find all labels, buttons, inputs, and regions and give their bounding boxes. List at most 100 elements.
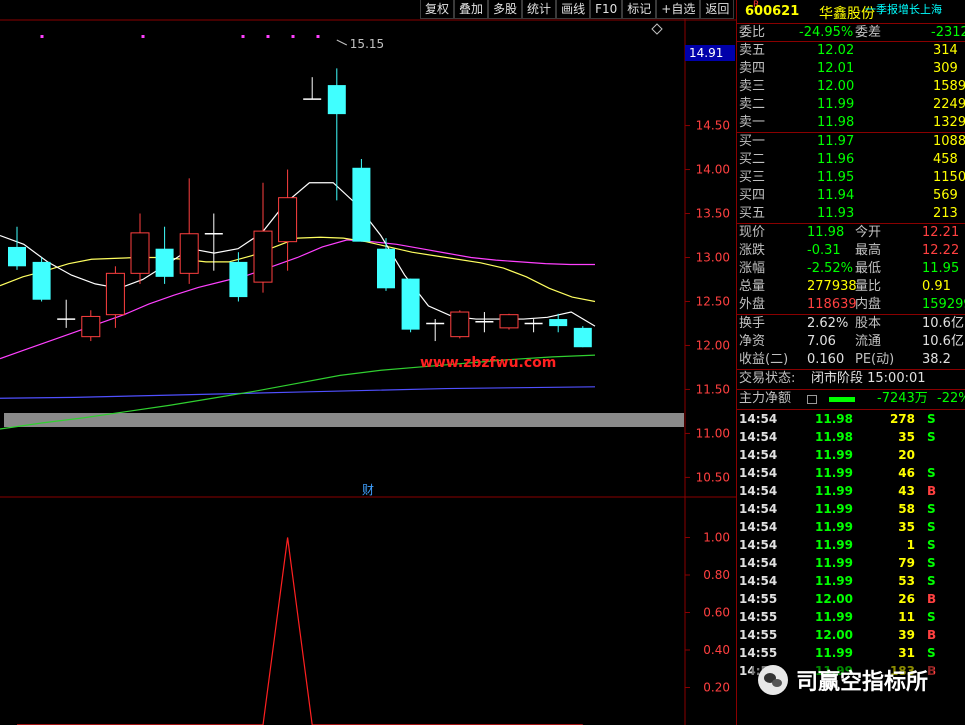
quote2-row: 净资 7.06 流通 10.6亿 — [737, 333, 965, 351]
quote-value-2: 12.21 — [922, 225, 960, 240]
candle-body — [278, 197, 298, 243]
price-tick-label: 11.00 — [696, 426, 730, 440]
signal-dot — [316, 35, 320, 38]
bid-row: 买五 11.93 213 — [737, 205, 965, 223]
bid-label: 买三 — [739, 170, 766, 185]
bid-volume: 569 — [933, 188, 958, 203]
main-force-value: -7243万 — [877, 391, 928, 406]
quote-label-2: 今开 — [855, 225, 882, 240]
toolbar-btn-6[interactable]: 标记 — [622, 0, 657, 19]
tick-row: 14:54 11.99 58 S — [737, 500, 965, 518]
quote2-value-2: 10.6亿 — [922, 334, 964, 349]
tick-time: 14:55 — [739, 610, 778, 624]
candle — [450, 310, 470, 339]
signal-dot — [266, 35, 270, 38]
indicator-tick-label: 0.40 — [703, 643, 730, 657]
candle-body — [549, 319, 568, 327]
stock-code[interactable]: 600621 — [745, 4, 799, 19]
indicator-tick-label: 0.60 — [703, 606, 730, 620]
bid-label: 买五 — [739, 206, 766, 221]
quote-row: 涨幅 -2.52% 最低 11.95 — [737, 260, 965, 278]
bid-label: 买四 — [739, 188, 766, 203]
quote2-row: 换手 2.62% 股本 10.6亿 — [737, 315, 965, 333]
signal-dot — [291, 35, 295, 38]
tick-price: 11.99 — [815, 538, 853, 552]
price-tick-label: 12.50 — [696, 294, 730, 308]
toolbar-btn-0[interactable]: 复权 — [420, 0, 455, 19]
tick-direction: S — [927, 574, 936, 588]
k-line-chart[interactable]: 14.50 14.00 13.50 13.00 12.50 12.00 11.50 11.00… — [0, 0, 736, 725]
toolbar-btn-5[interactable]: F10 — [590, 0, 623, 19]
tick-list[interactable]: 14:54 11.98 278 S 14:54 11.98 35 S 14:54 11.99 20 1… — [737, 410, 965, 680]
price-tick-label: 10.50 — [696, 470, 730, 484]
ma-yellow-line — [0, 236, 596, 303]
quote-label: 现价 — [739, 225, 766, 240]
tick-time: 14:54 — [739, 502, 778, 516]
candle — [377, 238, 395, 291]
candle-body — [155, 248, 174, 277]
chart-toolbar: 复权 叠加 多股 统计 画线 F10 标记 +自选 返回 — [420, 0, 735, 19]
toolbar-btn-4[interactable]: 画线 — [556, 0, 591, 19]
candle — [499, 313, 519, 330]
candle-body — [32, 261, 51, 300]
candle-body — [499, 314, 519, 329]
stock-header: R 600621 华鑫股份 一季报增长上海 — [737, 0, 965, 24]
ma-white-line — [0, 182, 596, 327]
quote2-label-2: PE(动) — [855, 352, 895, 367]
tick-direction: B — [927, 592, 937, 606]
ask-row: 卖三 12.00 1589 — [737, 78, 965, 96]
tick-row: 14:55 12.00 39 B — [737, 626, 965, 644]
tick-volume: 58 — [898, 502, 915, 516]
ask-volume: 1589 — [933, 79, 965, 94]
news-ticker[interactable]: 一季报增长上海 — [865, 1, 942, 17]
quote-value: 277938 — [807, 279, 857, 294]
ask-price: 12.02 — [817, 43, 855, 58]
bid-label: 买一 — [739, 134, 766, 149]
tick-volume: 1 — [906, 538, 915, 552]
signal-dot — [241, 35, 245, 38]
weibi-value: -24.95% — [799, 25, 854, 40]
quote2-value: 2.62% — [807, 316, 849, 331]
list-icon[interactable] — [807, 395, 817, 404]
indicator-tick-label: 0.80 — [703, 568, 730, 582]
tick-direction: S — [927, 502, 936, 516]
bid-price: 11.94 — [817, 188, 855, 203]
candle-body — [377, 248, 395, 289]
candle — [401, 278, 420, 333]
candle — [81, 310, 101, 342]
quote-row: 涨跌 -0.31 最高 12.22 — [737, 242, 965, 260]
toolbar-btn-1[interactable]: 叠加 — [454, 0, 489, 19]
tick-row: 14:54 11.98 35 S — [737, 428, 965, 446]
ask-price: 11.99 — [817, 97, 855, 112]
toolbar-btn-2[interactable]: 多股 — [488, 0, 523, 19]
quote-label: 涨幅 — [739, 261, 766, 276]
bid-volume: 458 — [933, 152, 958, 167]
signal-dot — [40, 35, 44, 38]
tick-price: 11.99 — [815, 574, 853, 588]
toolbar-btn-3[interactable]: 统计 — [522, 0, 557, 19]
tick-price: 11.99 — [815, 556, 853, 570]
trade-status-label: 交易状态: — [739, 371, 796, 386]
quote-label-2: 量比 — [855, 279, 882, 294]
candle-body — [81, 315, 101, 338]
tick-row: 14:54 11.99 43 B — [737, 482, 965, 500]
weicha-value: -2312 — [931, 25, 965, 40]
toolbar-btn-7[interactable]: +自选 — [656, 0, 701, 19]
tick-price: 11.99 — [815, 466, 853, 480]
bid-label: 买二 — [739, 152, 766, 167]
quote-stats: 现价 11.98 今开 12.21 涨跌 -0.31 最高 12.22 涨幅 -2.52% 最低 11… — [737, 224, 965, 315]
ask-levels: 卖五 12.02 314 卖四 12.01 309 卖三 12.00 1589 卖二 11.99 22… — [737, 42, 965, 133]
quote2-label: 收益(二) — [739, 352, 789, 367]
quote2-label-2: 股本 — [855, 316, 882, 331]
candle — [352, 158, 371, 242]
tick-time: 14:54 — [739, 412, 778, 426]
ask-row: 卖四 12.01 309 — [737, 60, 965, 78]
quote2-value-2: 38.2 — [922, 352, 951, 367]
tick-volume: 35 — [898, 430, 915, 444]
bid-row: 买三 11.95 1150 — [737, 169, 965, 187]
price-tick-label: 11.50 — [696, 382, 730, 396]
wechat-icon — [758, 665, 788, 695]
tick-volume: 43 — [898, 484, 915, 498]
toolbar-btn-8[interactable]: 返回 — [700, 0, 735, 19]
bid-price: 11.96 — [817, 152, 855, 167]
